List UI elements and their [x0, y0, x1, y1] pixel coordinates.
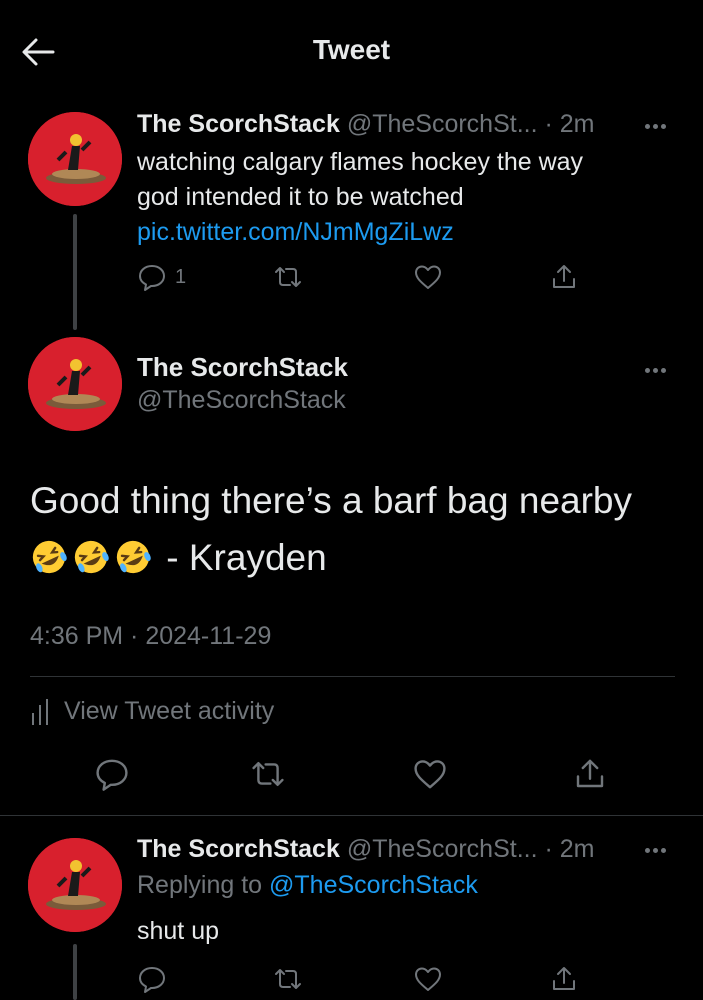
author-name[interactable]: The ScorchStack: [137, 835, 340, 863]
view-tweet-activity-button[interactable]: View Tweet activity: [30, 697, 274, 726]
replying-to: Replying to @TheScorchStack: [137, 868, 657, 903]
author-handle[interactable]: @TheScorchStack: [137, 386, 346, 415]
like-button[interactable]: [412, 757, 448, 791]
retweet-icon: [275, 267, 301, 287]
divider: [0, 815, 703, 816]
tweet-text-suffix: - Krayden: [156, 537, 327, 578]
tweet-actions: [0, 757, 703, 797]
tweet-text-line: god intended it to be watched: [137, 183, 464, 211]
reply-button[interactable]: 1: [137, 260, 186, 294]
avatar[interactable]: [28, 838, 122, 932]
thread-line: [73, 944, 77, 1000]
tweet-time: 2m: [559, 110, 595, 138]
share-icon: [576, 759, 604, 788]
like-icon: [414, 760, 446, 789]
flaming-c-logo-icon: [28, 112, 122, 206]
avatar[interactable]: [28, 112, 122, 206]
tweet-header: The ScorchStack @TheScorchSt... · 2m: [137, 110, 595, 139]
tweet-text-line: watching calgary flames hockey the way: [137, 148, 584, 176]
retweet-button[interactable]: [273, 260, 303, 294]
flaming-c-logo-icon: [28, 337, 122, 431]
reply-count: 1: [175, 265, 187, 288]
author-handle[interactable]: @TheScorchSt...: [347, 835, 538, 863]
share-icon: [553, 967, 575, 990]
page-title: Tweet: [312, 34, 391, 65]
like-button[interactable]: [413, 260, 443, 294]
reply-icon: [139, 265, 165, 291]
share-button[interactable]: [572, 757, 608, 791]
tweet-header: The ScorchStack @TheScorchSt... · 2m: [137, 835, 595, 864]
retweet-button[interactable]: [250, 757, 286, 791]
more-icon[interactable]: [637, 360, 673, 380]
tweet-actions: 1: [137, 260, 597, 294]
share-button[interactable]: [549, 260, 579, 294]
more-icon[interactable]: [637, 840, 673, 860]
author-name[interactable]: The ScorchStack: [137, 352, 348, 383]
avatar[interactable]: [28, 337, 122, 431]
tweet-text: Good thing there’s a barf bag nearby - K…: [30, 472, 680, 586]
like-button[interactable]: [413, 962, 443, 996]
tweet-text: watching calgary flames hockey the way g…: [137, 145, 657, 250]
retweet-button[interactable]: [273, 962, 303, 996]
author-name[interactable]: The ScorchStack: [137, 110, 340, 138]
reply-icon: [139, 967, 165, 993]
tweet-timestamp[interactable]: 4:36 PM · 2024-11-29: [30, 622, 271, 651]
retweet-icon: [252, 762, 284, 786]
reply-button[interactable]: [94, 757, 130, 791]
tweet-time: 2m: [559, 835, 595, 863]
tweet-text-line: Good thing there’s a barf bag nearby: [30, 480, 633, 521]
replying-prefix: Replying to: [137, 871, 270, 899]
thread-line: [73, 214, 77, 330]
reply-icon: [96, 759, 128, 791]
flaming-c-logo-icon: [28, 838, 122, 932]
author-handle[interactable]: @TheScorchSt...: [347, 110, 538, 138]
top-bar: Tweet: [0, 0, 703, 100]
more-icon[interactable]: [637, 116, 673, 136]
share-button[interactable]: [549, 962, 579, 996]
replying-handle-link[interactable]: @TheScorchStack: [269, 871, 478, 899]
tweet-text-line: - Krayden: [30, 529, 680, 586]
reply-button[interactable]: [137, 962, 167, 996]
like-icon: [415, 967, 441, 991]
rofl-emoji-icon: [116, 540, 151, 574]
separator: ·: [544, 835, 553, 863]
rofl-emoji-icon: [32, 540, 67, 574]
tweet-actions: [137, 962, 597, 996]
like-icon: [415, 265, 441, 289]
tweet-text: shut up: [137, 917, 220, 945]
activity-label: View Tweet activity: [64, 697, 275, 725]
activity-chart-icon: [32, 698, 48, 725]
retweet-icon: [275, 969, 301, 989]
media-link[interactable]: pic.twitter.com/NJmMgZiLwz: [137, 215, 657, 250]
divider: [30, 676, 675, 677]
separator: ·: [544, 110, 553, 138]
share-icon: [553, 265, 575, 288]
rofl-emoji-icon: [74, 540, 109, 574]
